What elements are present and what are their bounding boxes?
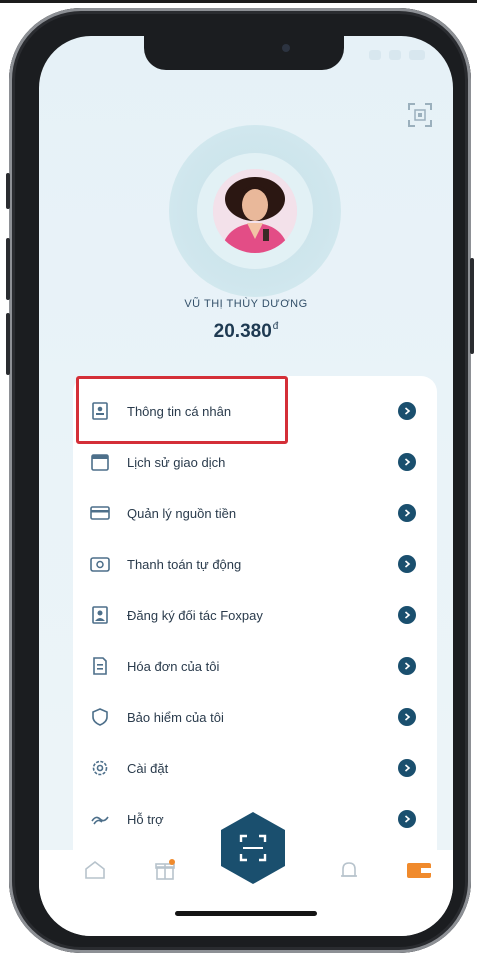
chevron-right-icon <box>398 555 416 573</box>
avatar[interactable] <box>213 169 297 253</box>
home-icon[interactable] <box>81 856 109 884</box>
volume-down-button <box>6 313 10 375</box>
menu-item-my-insurance[interactable]: Bảo hiểm của tôi <box>73 692 437 742</box>
shield-icon <box>89 706 111 728</box>
home-indicator <box>175 911 317 916</box>
scan-button[interactable] <box>215 810 291 886</box>
menu-item-label: Hóa đơn của tôi <box>127 658 220 674</box>
menu-list: Thông tin cá nhân Lịch sử giao dịch Quản… <box>73 376 437 856</box>
user-name: VŨ THỊ THÙY DƯƠNG <box>184 298 308 310</box>
support-icon <box>89 808 111 830</box>
app-screen: VŨ THỊ THÙY DƯƠNG 20.380đ Thông tin cá n… <box>39 36 453 936</box>
volume-up-button <box>6 238 10 300</box>
menu-item-label: Cài đặt <box>127 760 169 776</box>
menu-item-label: Hỗ trợ <box>127 811 164 827</box>
notch <box>144 36 344 70</box>
partner-icon <box>89 604 111 626</box>
wifi-icon <box>389 50 401 60</box>
menu-item-auto-payment[interactable]: Thanh toán tự động <box>73 539 437 589</box>
chevron-right-icon <box>398 504 416 522</box>
battery-icon <box>409 50 425 60</box>
chevron-right-icon <box>398 708 416 726</box>
balance-amount: 20.380 <box>213 321 272 342</box>
signal-icon <box>369 50 381 60</box>
mute-switch <box>6 173 10 209</box>
scan-icon <box>221 812 285 884</box>
calendar-icon <box>89 451 111 473</box>
phone-frame: VŨ THỊ THÙY DƯƠNG 20.380đ Thông tin cá n… <box>6 8 474 953</box>
chevron-right-icon <box>398 657 416 675</box>
menu-item-foxpay-partner[interactable]: Đăng ký đối tác Foxpay <box>73 590 437 640</box>
gift-icon[interactable] <box>151 856 179 884</box>
menu-item-label: Quản lý nguồn tiền <box>127 505 237 521</box>
menu-item-my-invoices[interactable]: Hóa đơn của tôi <box>73 641 437 691</box>
menu-item-settings[interactable]: Cài đặt <box>73 743 437 793</box>
menu-item-label: Đăng ký đối tác Foxpay <box>127 607 263 623</box>
qr-code-icon <box>408 103 432 127</box>
chevron-right-icon <box>398 606 416 624</box>
chevron-right-icon <box>398 402 416 420</box>
highlight-annotation-box <box>76 376 288 444</box>
avatar-photo <box>213 169 297 253</box>
currency-symbol: đ <box>272 321 279 332</box>
auto-pay-icon <box>89 553 111 575</box>
wallet-card-icon <box>89 502 111 524</box>
camera-icon <box>282 44 290 52</box>
chevron-right-icon <box>398 453 416 471</box>
menu-item-label: Thanh toán tự động <box>127 556 242 572</box>
gear-icon <box>89 757 111 779</box>
wallet-icon[interactable] <box>405 856 433 884</box>
menu-item-transaction-history[interactable]: Lịch sử giao dịch <box>73 437 437 487</box>
top-border <box>0 0 477 3</box>
chevron-right-icon <box>398 810 416 828</box>
chevron-right-icon <box>398 759 416 777</box>
menu-item-fund-management[interactable]: Quản lý nguồn tiền <box>73 488 437 538</box>
account-balance: 20.380đ <box>39 321 453 343</box>
menu-item-label: Bảo hiểm của tôi <box>127 709 224 725</box>
power-button <box>470 258 474 354</box>
invoice-icon <box>89 655 111 677</box>
menu-item-label: Lịch sử giao dịch <box>127 454 226 470</box>
qr-code-button[interactable] <box>405 100 435 130</box>
notification-icon[interactable] <box>335 856 363 884</box>
avatar-section <box>169 125 341 297</box>
